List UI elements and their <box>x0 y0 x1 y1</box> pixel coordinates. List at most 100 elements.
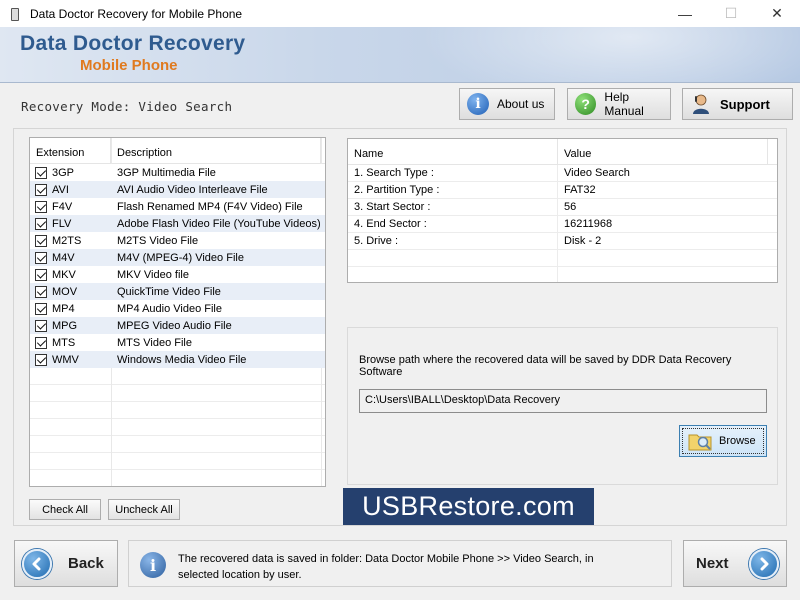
property-name: 2. Partition Type : <box>348 181 558 199</box>
column-header-extension[interactable]: Extension <box>30 138 111 163</box>
column-header-name[interactable]: Name <box>348 139 558 164</box>
extension-cell: M4V <box>30 251 111 264</box>
extension-name: MTS <box>52 336 76 349</box>
table-row[interactable]: FLV Adobe Flash Video File (YouTube Video… <box>30 215 325 232</box>
footer-bar: Back i The recovered data is saved in fo… <box>0 527 800 600</box>
next-arrow-icon <box>748 548 779 579</box>
folder-search-icon <box>688 431 714 451</box>
extension-cell: M2TS <box>30 234 111 247</box>
extension-checkbox[interactable] <box>35 268 47 281</box>
property-value: 16211968 <box>564 217 613 230</box>
extension-description: QuickTime Video File <box>117 285 221 298</box>
window-title: Data Doctor Recovery for Mobile Phone <box>30 6 243 21</box>
table-row[interactable]: AVI AVI Audio Video Interleave File <box>30 181 325 198</box>
about-us-button[interactable]: i About us <box>459 88 555 120</box>
support-button[interactable]: Support <box>682 88 793 120</box>
extension-checkbox[interactable] <box>35 353 47 366</box>
extension-checkbox[interactable] <box>35 302 47 315</box>
recovery-mode-label: Recovery Mode: Video Search <box>21 99 233 114</box>
back-arrow-icon <box>22 548 52 579</box>
extension-checkbox[interactable] <box>35 200 47 213</box>
table-row[interactable]: MPG MPEG Video Audio File <box>30 317 325 334</box>
extension-checkbox[interactable] <box>35 336 47 349</box>
column-header-description[interactable]: Description <box>111 138 321 163</box>
uncheck-all-button[interactable]: Uncheck All <box>108 499 180 520</box>
save-location-group: Browse path where the recovered data wil… <box>347 327 778 485</box>
table-row[interactable]: F4V Flash Renamed MP4 (F4V Video) File <box>30 198 325 215</box>
browse-button[interactable]: Browse <box>679 425 767 457</box>
column-header-value[interactable]: Value <box>558 139 768 164</box>
property-value: Disk - 2 <box>564 234 602 247</box>
extension-description: Adobe Flash Video File (YouTube Videos) <box>117 217 321 230</box>
extension-description: MKV Video file <box>117 268 189 281</box>
extension-cell: FLV <box>30 217 111 230</box>
properties-header: Name Value <box>348 139 777 165</box>
table-row[interactable]: M4V M4V (MPEG-4) Video File <box>30 249 325 266</box>
help-manual-button[interactable]: ? Help Manual <box>567 88 671 120</box>
title-bar: Data Doctor Recovery for Mobile Phone — … <box>0 0 800 27</box>
search-properties-list[interactable]: Name Value 1. Search Type : Video Search 2… <box>347 138 778 283</box>
empty-cell <box>348 249 558 267</box>
table-row[interactable]: WMV Windows Media Video File <box>30 351 325 368</box>
close-icon[interactable]: ✕ <box>754 0 800 27</box>
extension-cell: WMV <box>30 353 111 366</box>
properties-rows: 1. Search Type : Video Search 2. Partition… <box>348 164 777 282</box>
extension-checkbox[interactable] <box>35 217 47 230</box>
extension-name: MKV <box>52 268 76 281</box>
extension-name: FLV <box>52 217 72 230</box>
next-label: Next <box>696 555 729 572</box>
table-row[interactable]: MKV MKV Video file <box>30 266 325 283</box>
main-panel: Extension Description 3GP 3GP Multimedia … <box>13 128 787 526</box>
extension-name: MPG <box>52 319 78 332</box>
extension-cell: AVI <box>30 183 111 196</box>
user-support-icon <box>690 93 712 115</box>
table-row: 3. Start Sector : 56 <box>348 198 777 216</box>
extension-name: MOV <box>52 285 78 298</box>
status-line-2: selected location by user. <box>178 569 302 581</box>
empty-cell <box>348 266 558 282</box>
extension-checkbox[interactable] <box>35 285 47 298</box>
extension-description: Windows Media Video File <box>117 353 247 366</box>
help-icon: ? <box>575 93 597 115</box>
table-row[interactable]: MP4 MP4 Audio Video File <box>30 300 325 317</box>
table-row: 2. Partition Type : FAT32 <box>348 181 777 199</box>
extension-list[interactable]: Extension Description 3GP 3GP Multimedia … <box>29 137 326 487</box>
extension-checkbox[interactable] <box>35 319 47 332</box>
watermark-banner: USBRestore.com <box>343 488 594 525</box>
help-manual-label: Help Manual <box>604 90 644 118</box>
extension-checkbox[interactable] <box>35 166 47 179</box>
extension-name: M2TS <box>52 234 82 247</box>
table-row[interactable]: M2TS M2TS Video File <box>30 232 325 249</box>
extension-description: M4V (MPEG-4) Video File <box>117 251 244 264</box>
support-label: Support <box>720 96 770 112</box>
extension-checkbox[interactable] <box>35 251 47 264</box>
back-button[interactable]: Back <box>14 540 118 587</box>
extension-description: M2TS Video File <box>117 234 199 247</box>
extension-description: AVI Audio Video Interleave File <box>117 183 268 196</box>
save-path-field[interactable]: C:\Users\IBALL\Desktop\Data Recovery <box>359 389 767 413</box>
extension-cell: MPG <box>30 319 111 332</box>
property-name: 5. Drive : <box>348 232 558 250</box>
property-name: 4. End Sector : <box>348 215 558 233</box>
back-label: Back <box>68 555 104 572</box>
extension-name: 3GP <box>52 166 75 179</box>
next-button[interactable]: Next <box>683 540 787 587</box>
extension-name: F4V <box>52 200 73 213</box>
extension-checkbox[interactable] <box>35 234 47 247</box>
extension-name: M4V <box>52 251 75 264</box>
header-banner: Data Doctor Recovery Mobile Phone <box>0 27 800 83</box>
status-line-1: The recovered data is saved in folder: D… <box>178 553 594 565</box>
table-row: 4. End Sector : 16211968 <box>348 215 777 233</box>
table-row: 5. Drive : Disk - 2 <box>348 232 777 250</box>
table-row[interactable]: MOV QuickTime Video File <box>30 283 325 300</box>
table-row[interactable]: MTS MTS Video File <box>30 334 325 351</box>
extension-checkbox[interactable] <box>35 183 47 196</box>
status-info-box: i The recovered data is saved in folder:… <box>128 540 672 587</box>
extension-rows: 3GP 3GP Multimedia File AVI AVI Audio Video… <box>30 164 325 368</box>
property-value: Video Search <box>564 166 630 179</box>
minimize-icon[interactable]: — <box>662 0 708 27</box>
extension-cell: MP4 <box>30 302 111 315</box>
extension-cell: MKV <box>30 268 111 281</box>
check-all-button[interactable]: Check All <box>29 499 101 520</box>
table-row[interactable]: 3GP 3GP Multimedia File <box>30 164 325 181</box>
